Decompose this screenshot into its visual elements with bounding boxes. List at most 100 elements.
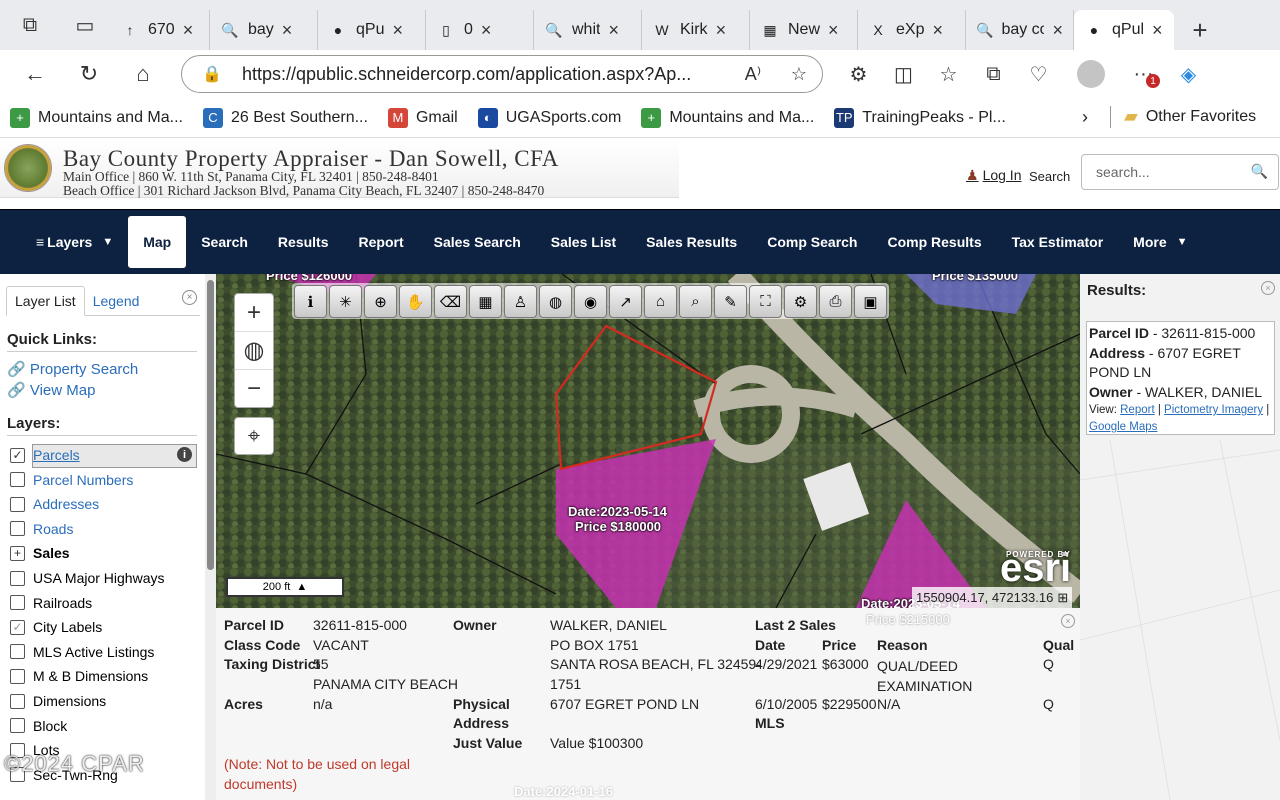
close-panel-icon[interactable]: × (182, 290, 197, 305)
tab-label[interactable]: eXp (896, 21, 924, 39)
layer-checkbox[interactable] (10, 718, 25, 734)
layer-checkbox[interactable] (10, 521, 25, 537)
layer-checkbox[interactable] (10, 472, 25, 488)
layer-item[interactable]: Addresses (10, 496, 99, 512)
nav-tax-estimator[interactable]: Tax Estimator (997, 216, 1119, 268)
favorite-item[interactable]: + Mountains and Ma... (0, 107, 193, 128)
close-tab-icon[interactable]: × (392, 20, 403, 41)
close-tab-icon[interactable]: × (932, 20, 943, 41)
layer-checkbox[interactable]: ✓ (10, 447, 25, 463)
tab-label[interactable]: New (788, 21, 820, 39)
zoom-in-button[interactable]: + (235, 294, 273, 332)
layer-checkbox[interactable] (10, 496, 25, 512)
layer-label[interactable]: Addresses (33, 496, 99, 512)
browser-tab[interactable]: ● qPu × (318, 10, 426, 50)
read-aloud-icon[interactable]: A⁾ (730, 64, 776, 85)
favorite-label[interactable]: Mountains and Ma... (38, 109, 183, 127)
layer-checkbox[interactable]: ✓ (10, 619, 25, 635)
layer-item[interactable]: Roads (10, 521, 73, 537)
layer-item[interactable]: ✓ City Labels (10, 619, 102, 635)
layer-checkbox[interactable] (10, 644, 25, 660)
collections-icon[interactable]: ⧉ (971, 50, 1016, 98)
extensions-icon[interactable]: ⚙ (836, 50, 881, 98)
layer-label[interactable]: Sales (33, 545, 70, 561)
browser-tab[interactable]: XeXp × (858, 10, 966, 50)
favorite-item[interactable]: + Mountains and Ma... (631, 107, 824, 128)
locate-crosshair-button[interactable]: ⌖ (234, 417, 274, 455)
tab-label[interactable]: 0 (464, 21, 473, 39)
browser-tab[interactable]: 🔍 whit × (534, 10, 642, 50)
layer-item[interactable]: Parcel Numbers (10, 472, 133, 488)
scrollbar-thumb[interactable] (207, 280, 214, 570)
favorite-item[interactable]: TP TrainingPeaks - Pl... (824, 107, 1015, 128)
nav-report[interactable]: Report (344, 216, 419, 268)
buildings-icon[interactable]: ⌂ (644, 285, 677, 318)
tab-label[interactable]: bay cou (1001, 21, 1044, 39)
layer-label[interactable]: Railroads (33, 595, 92, 611)
expand-plus-icon[interactable]: + (10, 545, 25, 561)
favorite-item[interactable]: M Gmail (378, 107, 468, 128)
close-tab-icon[interactable]: × (1152, 20, 1163, 41)
search-map-icon[interactable]: ⌕ (679, 285, 712, 318)
street-view-icon[interactable]: ♙ (504, 285, 537, 318)
favorite-label[interactable]: Mountains and Ma... (669, 109, 814, 127)
draw-pencil-icon[interactable]: ✎ (714, 285, 747, 318)
layer-item[interactable]: Dimensions (10, 693, 106, 709)
browser-tab[interactable]: ● qPul × (1074, 10, 1174, 50)
map-view[interactable]: Price $126000 Price $135000 Date:2023-05… (216, 274, 1080, 608)
zoom-out-button[interactable]: − (235, 370, 273, 408)
favorites-icon[interactable]: ☆ (926, 50, 971, 98)
close-tab-icon[interactable]: × (481, 20, 492, 41)
zoom-in-tool-icon[interactable]: ⊕ (364, 285, 397, 318)
back-button[interactable]: ← (8, 50, 62, 98)
url-text[interactable]: https://qpublic.schneidercorp.com/applic… (232, 64, 730, 85)
layer-checkbox[interactable] (10, 693, 25, 709)
layer-item[interactable]: ✓ Parcels (10, 447, 80, 463)
nav-search[interactable]: Search (186, 216, 263, 268)
split-screen-icon[interactable]: ◫ (881, 50, 926, 98)
search-icon[interactable]: 🔍 (1251, 163, 1268, 180)
layer-label[interactable]: USA Major Highways (33, 570, 165, 586)
browser-tab[interactable]: ↑ 670 × (110, 10, 210, 50)
appraiser-banner[interactable]: Bay County Property Appraiser - Dan Sowe… (0, 140, 679, 198)
print-icon[interactable]: ⎙ (819, 285, 852, 318)
favorite-label[interactable]: 26 Best Southern... (231, 109, 368, 127)
layer-label[interactable]: Block (33, 718, 67, 734)
new-tab-button[interactable]: + (1180, 10, 1220, 50)
identify-info-icon[interactable]: ℹ (294, 285, 327, 318)
property-search-link[interactable]: 🔗 Property Search (7, 360, 138, 378)
close-tab-icon[interactable]: × (183, 20, 194, 41)
layer-label[interactable]: Parcels (33, 447, 80, 463)
info-icon[interactable]: i (177, 447, 192, 462)
tab-label[interactable]: whit (572, 21, 600, 39)
layer-label[interactable]: Parcel Numbers (33, 472, 133, 488)
layer-item[interactable]: Railroads (10, 595, 92, 611)
nav-sales-results[interactable]: Sales Results (631, 216, 752, 268)
layer-checkbox[interactable] (10, 595, 25, 611)
measure-icon[interactable]: ↗ (609, 285, 642, 318)
copilot-icon[interactable]: ◈ (1166, 50, 1211, 98)
layer-item[interactable]: M & B Dimensions (10, 668, 148, 684)
layer-checkbox[interactable] (10, 668, 25, 684)
property-search-label[interactable]: Property Search (30, 361, 138, 378)
login-label[interactable]: Log In (983, 167, 1022, 183)
layer-item[interactable]: USA Major Highways (10, 570, 165, 586)
browser-essentials-icon[interactable]: ♡ (1016, 50, 1061, 98)
tab-layer-list[interactable]: Layer List (6, 286, 85, 316)
tab-legend[interactable]: Legend (85, 286, 148, 316)
favorite-item[interactable]: ◐ UGASports.com (468, 107, 632, 128)
google-maps-link[interactable]: Google Maps (1089, 421, 1157, 433)
favorite-star-icon[interactable]: ☆ (776, 64, 822, 85)
favorite-label[interactable]: Gmail (416, 109, 458, 127)
pan-hand-icon[interactable]: ✋ (399, 285, 432, 318)
browser-tab[interactable]: ▦ New × (750, 10, 858, 50)
tab-label[interactable]: qPu (356, 21, 384, 39)
result-card[interactable]: Parcel ID - 32611-815-000 Address - 6707… (1086, 321, 1275, 435)
browser-tab[interactable]: W Kirk × (642, 10, 750, 50)
tab-label[interactable]: bay (248, 21, 274, 39)
nav-comp-search[interactable]: Comp Search (752, 216, 872, 268)
nav-more[interactable]: More ▼ (1118, 216, 1202, 268)
close-tab-icon[interactable]: × (1052, 20, 1063, 41)
tab-label[interactable]: Kirk (680, 21, 708, 39)
browser-tab[interactable]: 🔍 bay × (210, 10, 318, 50)
